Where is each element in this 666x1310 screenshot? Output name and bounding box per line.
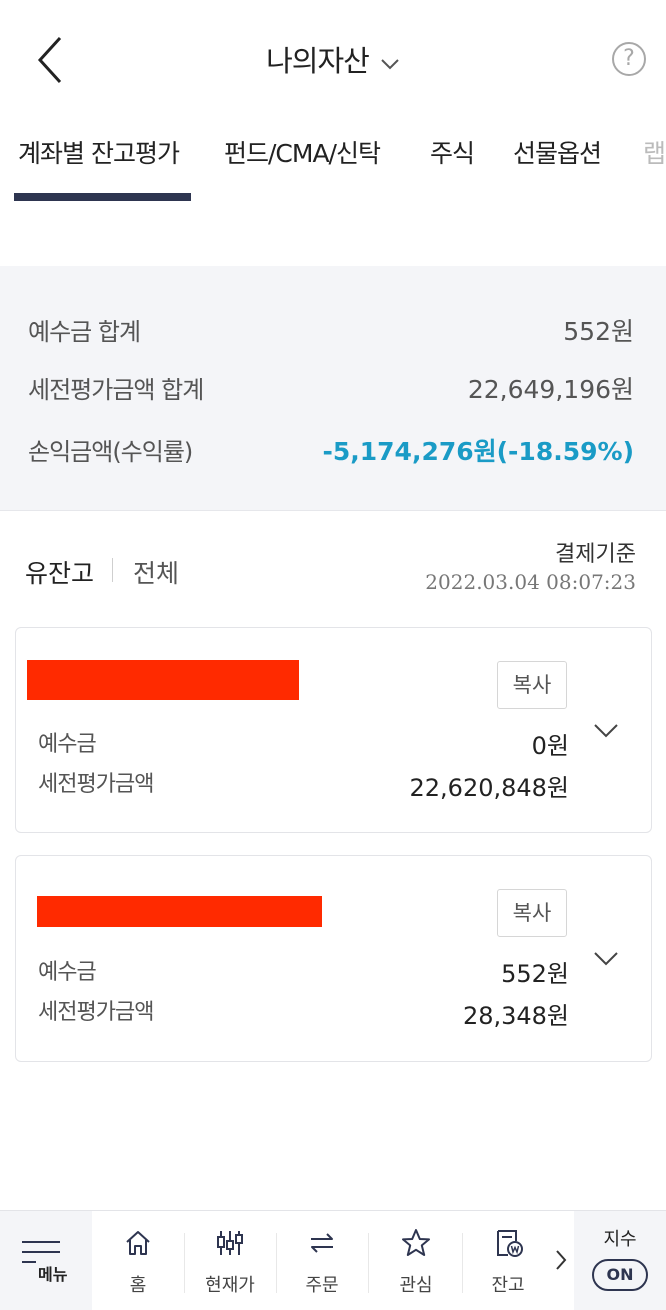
chevron-down-icon[interactable] (593, 951, 619, 967)
menu-label: 메뉴 (38, 1265, 68, 1284)
hamburger-icon-line (22, 1251, 60, 1253)
tab-futures-options[interactable]: 선물옵션 (513, 134, 602, 170)
summary-row-deposit: 예수금 합계 552원 (28, 312, 634, 352)
nav-balance[interactable]: 잔고 (462, 1211, 554, 1310)
swap-icon (311, 1233, 333, 1253)
tab-account-balance[interactable]: 계좌별 잔고평가 (18, 134, 180, 170)
balance-icon (497, 1230, 523, 1257)
tab-wrap[interactable]: 랩 (643, 134, 666, 170)
deposit-total-value: 552원 (563, 317, 634, 346)
eval-value: 28,348원 (462, 1002, 569, 1030)
nav-balance-label: 잔고 (491, 1275, 525, 1296)
nav-divider (368, 1233, 369, 1293)
account-card[interactable]: 복사 예수금 552원 세전평가금액 28,348원 (15, 855, 652, 1062)
summary-row-eval: 세전평가금액 합계 22,649,196원 (28, 370, 634, 410)
chevron-right-icon[interactable] (552, 1247, 570, 1273)
tab-fund-cma-trust[interactable]: 펀드/CMA/신탁 (224, 134, 381, 170)
asset-tabs: 계좌별 잔고평가 펀드/CMA/신탁 주식 선물옵션 랩 (0, 118, 666, 210)
help-button[interactable]: ? (612, 42, 646, 76)
eval-total-label: 세전평가금액 합계 (28, 376, 204, 404)
chevron-down-icon (381, 58, 399, 69)
settlement-basis-time: 2022.03.04 08:07:23 (425, 570, 636, 594)
filter-divider (112, 558, 113, 582)
deposit-total-label: 예수금 합계 (28, 318, 141, 346)
nav-current-price-label: 현재가 (205, 1275, 255, 1296)
copy-button[interactable]: 복사 (497, 661, 567, 709)
filter-holdings-only[interactable]: 유잔고 (25, 554, 94, 590)
profit-loss-value: -5,174,276원(-18.59%) (322, 437, 635, 466)
nav-current-price[interactable]: 현재가 (184, 1211, 276, 1310)
tab-stocks[interactable]: 주식 (430, 134, 475, 170)
filter-all[interactable]: 전체 (133, 554, 179, 590)
nav-home[interactable]: 홈 (92, 1211, 184, 1310)
menu-button[interactable]: 메뉴 (0, 1211, 92, 1310)
account-card[interactable]: 복사 예수금 0원 세전평가금액 22,620,848원 (15, 627, 652, 833)
index-label: 지수 (603, 1229, 637, 1250)
bottom-navigation: 메뉴 홈 현재가 주문 관심 잔고 지수 ON (0, 1210, 666, 1310)
deposit-label: 예수금 (38, 960, 97, 985)
summary-row-profit-loss: 손익금액(수익률) -5,174,276원(-18.59%) (28, 432, 634, 472)
page-title: 나의자산 (266, 44, 370, 78)
profit-loss-label: 손익금액(수익률) (28, 438, 193, 466)
nav-watchlist[interactable]: 관심 (370, 1211, 462, 1310)
hamburger-icon (22, 1241, 60, 1243)
chevron-down-icon[interactable] (593, 723, 619, 739)
help-circle-icon: ? (623, 46, 635, 71)
candlestick-icon (217, 1231, 243, 1255)
deposit-label: 예수금 (38, 732, 97, 757)
nav-order[interactable]: 주문 (276, 1211, 368, 1310)
settlement-basis-label: 결제기준 (555, 542, 636, 567)
nav-home-label: 홈 (129, 1275, 147, 1296)
app-header: 나의자산 ? (0, 0, 666, 118)
eval-label: 세전평가금액 (38, 1000, 154, 1025)
page-title-dropdown[interactable]: 나의자산 (0, 38, 666, 80)
asset-summary: 예수금 합계 552원 세전평가금액 합계 22,649,196원 손익금액(수… (0, 266, 666, 511)
deposit-value: 0원 (531, 732, 569, 760)
redacted-account-number (37, 896, 322, 927)
active-tab-indicator (14, 193, 191, 201)
nav-watchlist-label: 관심 (399, 1275, 433, 1296)
redacted-account-number (27, 660, 299, 700)
index-panel: 지수 ON (574, 1211, 666, 1310)
balance-filter: 유잔고 전체 결제기준 2022.03.04 08:07:23 (0, 530, 666, 610)
eval-total-value: 22,649,196원 (467, 375, 634, 404)
copy-button[interactable]: 복사 (497, 889, 567, 937)
star-icon (402, 1229, 430, 1256)
eval-label: 세전평가금액 (38, 772, 154, 797)
index-toggle[interactable]: ON (592, 1259, 648, 1291)
eval-value: 22,620,848원 (409, 774, 570, 802)
nav-order-label: 주문 (305, 1275, 339, 1296)
deposit-value: 552원 (501, 960, 569, 988)
home-icon (126, 1231, 150, 1255)
hamburger-icon-line (22, 1261, 36, 1263)
